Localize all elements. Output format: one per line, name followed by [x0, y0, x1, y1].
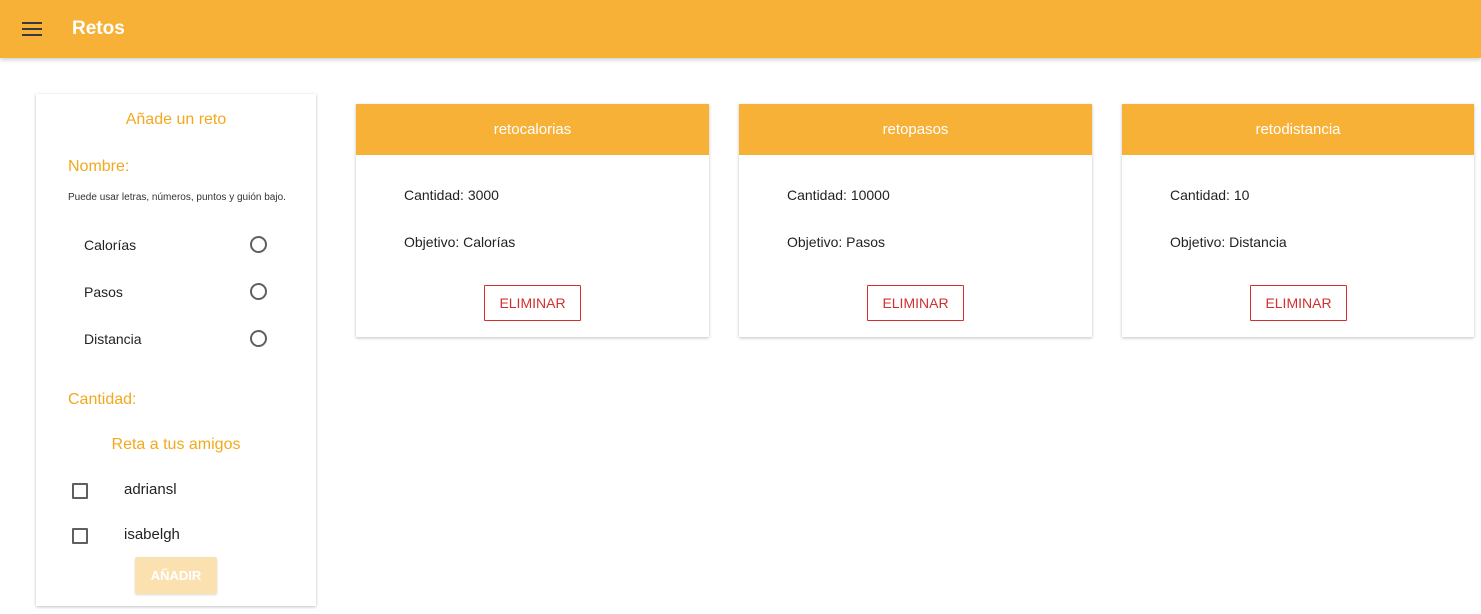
add-challenge-form: Añade un reto Nombre: Puede usar letras,… [36, 94, 316, 606]
card-header: retopasos [739, 104, 1092, 155]
form-title: Añade un reto [125, 111, 227, 128]
challenge-objective: Objetivo: Pasos [787, 234, 886, 250]
quantity-label[interactable]: Cantidad: [68, 391, 137, 409]
challenge-card: retopasos Cantidad: 10000 Objetivo: Paso… [739, 104, 1092, 337]
radio-label: Pasos [84, 284, 123, 300]
friend-name: isabelgh [124, 526, 180, 543]
challenge-card: retodistancia Cantidad: 10 Objetivo: Dis… [1122, 104, 1474, 337]
friend-item-isabelgh[interactable]: isabelgh [72, 525, 272, 547]
radio-button[interactable] [250, 283, 267, 300]
radio-option-calorias[interactable]: Calorías [84, 234, 274, 256]
menu-icon[interactable] [22, 21, 42, 37]
challenge-quantity: Cantidad: 3000 [404, 187, 499, 203]
friend-name: adriansl [124, 481, 177, 498]
radio-button[interactable] [250, 330, 267, 347]
challenge-objective: Objetivo: Calorías [404, 234, 516, 250]
challenge-name: retopasos [882, 121, 949, 138]
delete-button[interactable]: ELIMINAR [867, 285, 964, 321]
challenge-objective: Objetivo: Distancia [1170, 234, 1287, 250]
name-label[interactable]: Nombre: [68, 158, 129, 176]
checkbox[interactable] [72, 528, 88, 544]
checkbox[interactable] [72, 483, 88, 499]
add-challenge-button[interactable]: AÑADIR [135, 557, 217, 594]
radio-label: Distancia [84, 331, 142, 347]
page-title: Retos [72, 18, 125, 39]
radio-button[interactable] [250, 236, 267, 253]
radio-label: Calorías [84, 237, 137, 253]
friend-item-adriansl[interactable]: adriansl [72, 480, 272, 502]
friends-title: Reta a tus amigos [111, 436, 241, 453]
card-header: retodistancia [1122, 104, 1474, 155]
delete-button[interactable]: ELIMINAR [484, 285, 581, 321]
delete-button[interactable]: ELIMINAR [1250, 285, 1347, 321]
challenge-name: retodistancia [1255, 121, 1341, 138]
challenge-quantity: Cantidad: 10000 [787, 187, 890, 203]
challenge-card: retocalorias Cantidad: 3000 Objetivo: Ca… [356, 104, 709, 337]
challenge-name: retocalorias [493, 121, 572, 138]
radio-option-pasos[interactable]: Pasos [84, 281, 274, 303]
card-header: retocalorias [356, 104, 709, 155]
top-toolbar: Retos [0, 0, 1481, 58]
radio-option-distancia[interactable]: Distancia [84, 328, 274, 350]
name-hint: Puede usar letras, números, puntos y gui… [68, 192, 286, 203]
challenge-quantity: Cantidad: 10 [1170, 187, 1250, 203]
